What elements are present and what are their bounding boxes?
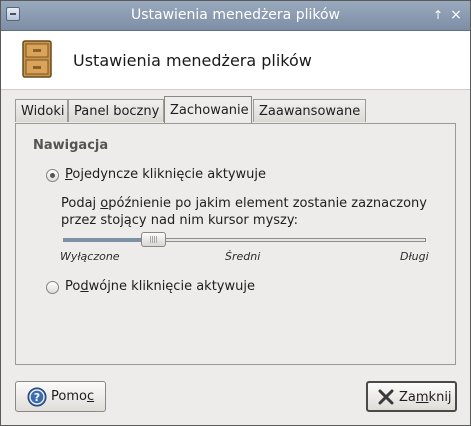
slider-label-medium: Średni [225,250,261,263]
tab-zachowanie[interactable]: Zachowanie [164,96,252,123]
double-click-label[interactable]: Podwójne kliknięcie aktywuje [65,279,255,294]
single-click-radio[interactable] [46,169,59,182]
header-title: Ustawienia menedżera plików [73,51,312,70]
close-x-icon [378,389,394,405]
tab-panel-boczny[interactable]: Panel boczny [68,99,164,122]
close-window-icon[interactable]: × [448,7,464,23]
slider-label-long: Długi [400,250,429,263]
dialog-header: Ustawienia menedżera plików [1,31,470,90]
section-title-navigation: Nawigacja [33,138,109,153]
file-cabinet-icon [22,40,52,78]
shade-icon[interactable]: ↑ [430,7,446,23]
single-click-label[interactable]: Pojedyncze kliknięcie aktywuje [65,167,266,182]
help-button[interactable]: ? Pomoc [15,381,106,412]
tab-zaawansowane[interactable]: Zaawansowane [253,99,366,122]
hover-delay-slider-track[interactable] [63,238,426,242]
close-button[interactable]: Zamknij [366,381,457,412]
hover-delay-slider-thumb[interactable] [141,232,167,247]
svg-text:?: ? [34,391,40,404]
close-button-label: Zamknij [399,390,452,405]
tab-panel [15,123,456,365]
preferences-window: Ustawienia menedżera plików ↑ × Ustawien… [0,0,471,426]
slider-label-off: Wyłączone [60,250,120,263]
double-click-radio[interactable] [46,281,59,294]
delay-description-line-1: Podaj opóźnienie po jakim element zostan… [61,196,427,211]
window-title: Ustawienia menedżera plików [130,7,340,23]
tab-widoki[interactable]: Widoki [15,99,68,122]
help-button-label: Pomoc [51,389,95,404]
title-bar[interactable]: Ustawienia menedżera plików ↑ × [1,1,470,31]
help-icon: ? [27,387,47,407]
delay-description-line-2: przez stojący nad nim kursor myszy: [61,213,298,228]
